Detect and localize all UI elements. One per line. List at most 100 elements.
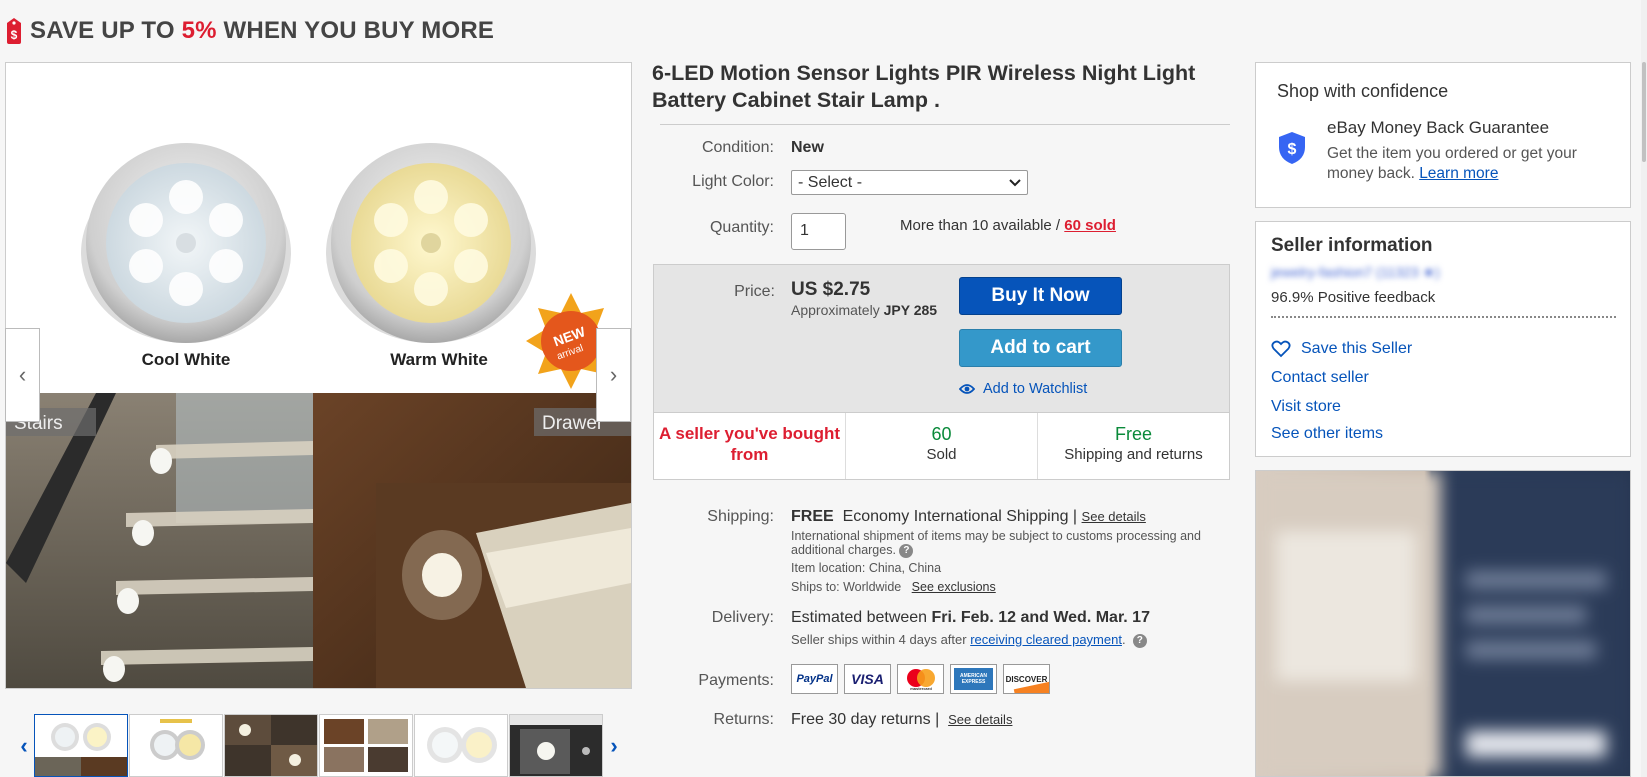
main-product-image[interactable]: Cool White Warm White NEW arrival Stairs… — [5, 62, 632, 689]
thumbnail-2[interactable] — [129, 714, 223, 777]
discover-text: DISCOVER — [1005, 674, 1048, 684]
warm-white-label: Warm White — [390, 350, 488, 369]
stat-caption: Sold — [926, 446, 957, 463]
price: US $2.75 — [791, 279, 871, 300]
paypal-icon: PayPal — [791, 664, 838, 694]
visa-icon: VISA — [844, 664, 891, 694]
stat-seller-bought-from: A seller you've bought from — [654, 413, 846, 479]
payment-methods: PayPal VISA mastercard AMERICAN EXPRESS … — [791, 664, 1050, 694]
buy-it-now-button[interactable]: Buy It Now — [959, 277, 1122, 315]
positive-feedback: 96.9% Positive feedback — [1271, 289, 1436, 306]
price-label: Price: — [734, 283, 775, 300]
approx-value: JPY 285 — [883, 302, 938, 318]
shipping-see-details-link[interactable]: See details — [1082, 509, 1146, 524]
save-seller-link[interactable]: Save this Seller — [1271, 340, 1412, 358]
help-icon[interactable]: ? — [899, 543, 914, 558]
thumbnail-image — [35, 715, 127, 776]
chevron-left-icon: ‹ — [18, 362, 27, 387]
contact-seller-link[interactable]: Contact seller — [1271, 369, 1369, 387]
returns-see-details-link[interactable]: See details — [948, 712, 1012, 727]
thumbnail-3[interactable] — [224, 714, 318, 777]
availability-text: More than 10 available / 60 sold — [900, 217, 1116, 234]
chevron-right-icon: › — [609, 362, 618, 387]
mastercard-text: mastercard — [910, 686, 932, 691]
ships-to: Ships to: Worldwide See exclusions — [791, 580, 996, 594]
returns-text: Free 30 day returns | — [791, 711, 940, 728]
product-photo: Cool White Warm White NEW arrival Stairs… — [6, 63, 631, 688]
see-other-items-link[interactable]: See other items — [1271, 425, 1383, 443]
stat-free-shipping: Free Shipping and returns — [1038, 413, 1229, 479]
eye-icon — [959, 384, 975, 394]
discover-icon: DISCOVER — [1003, 664, 1050, 694]
stats-bar: A seller you've bought from 60 Sold Free S… — [654, 412, 1229, 479]
advertisement[interactable] — [1255, 470, 1631, 777]
delivery-estimate: Estimated between Fri. Feb. 12 and Wed. … — [791, 609, 1150, 627]
availability-count: More than 10 available / — [900, 217, 1065, 234]
thumbs-prev-button[interactable]: ‹ — [14, 714, 34, 777]
scrollbar-thumb[interactable] — [1642, 62, 1646, 162]
divider — [1271, 316, 1616, 318]
price-tag-icon: $ — [7, 18, 21, 44]
amex-text: AMERICAN EXPRESS — [954, 668, 993, 690]
divider — [660, 124, 1230, 125]
intl-shipment-note: International shipment of items may be s… — [791, 529, 1211, 558]
chevron-left-icon: ‹ — [20, 732, 28, 758]
add-to-cart-button[interactable]: Add to cart — [959, 329, 1122, 367]
image-prev-button[interactable]: ‹ — [5, 328, 40, 422]
thumbnail-strip: ‹ › — [14, 714, 624, 777]
amex-icon: AMERICAN EXPRESS — [950, 664, 997, 694]
thumbnail-1[interactable] — [34, 714, 128, 777]
returns-value: Free 30 day returns | See details — [791, 711, 1012, 729]
thumbnail-6[interactable] — [509, 714, 603, 777]
shipping-service: Economy International Shipping | — [842, 508, 1078, 525]
learn-more-link[interactable]: Learn more — [1419, 165, 1498, 182]
shop-with-confidence-panel: Shop with confidence $ eBay Money Back G… — [1255, 62, 1631, 208]
light-color-select[interactable]: - Select - — [791, 170, 1028, 195]
thumbnail-image — [320, 715, 412, 776]
seller-info-title: Seller information — [1271, 235, 1433, 256]
cool-white-label: Cool White — [142, 350, 231, 369]
help-icon[interactable]: ? — [1132, 633, 1147, 648]
mastercard-icon: mastercard — [897, 664, 944, 694]
cleared-payment-link[interactable]: receiving cleared payment — [970, 632, 1122, 647]
banner-text-before: SAVE UP TO — [30, 17, 182, 44]
seller-name[interactable]: jewelry-fashion7 (11323 ★) — [1271, 264, 1501, 282]
stat-caption: Shipping and returns — [1064, 446, 1203, 463]
svg-text:$: $ — [11, 28, 18, 42]
light-color-select-value: - Select - — [798, 173, 863, 191]
delivery-label: Delivery: — [711, 609, 774, 626]
stat-number: 60 — [931, 424, 952, 444]
light-color-label: Light Color: — [692, 173, 774, 190]
thumbnail-4[interactable] — [319, 714, 413, 777]
thumbnail-5[interactable] — [414, 714, 508, 777]
quantity-input[interactable]: 1 — [791, 213, 846, 250]
see-exclusions-link[interactable]: See exclusions — [912, 580, 996, 594]
heart-icon — [1271, 340, 1291, 358]
mastercard-circles: mastercard — [906, 669, 935, 691]
delivery-prefix: Estimated between — [791, 609, 932, 626]
sold-count-link[interactable]: 60 sold — [1064, 217, 1116, 234]
svg-text:$: $ — [1288, 141, 1297, 158]
stat-sold: 60 Sold — [846, 413, 1038, 479]
visit-store-link[interactable]: Visit store — [1271, 398, 1341, 416]
drawer-label: Drawer — [542, 413, 604, 434]
condition-label: Condition: — [701, 139, 774, 156]
add-to-watchlist-link[interactable]: Add to Watchlist — [959, 381, 1087, 397]
banner-text: SAVE UP TO 5% WHEN YOU BUY MORE — [30, 17, 494, 45]
visa-text: VISA — [851, 671, 884, 687]
thumbs-next-button[interactable]: › — [604, 714, 624, 777]
banner-text-after: WHEN YOU BUY MORE — [216, 17, 495, 44]
image-next-button[interactable]: › — [596, 328, 631, 422]
intl-note-text: International shipment of items may be s… — [791, 529, 1201, 557]
seller-ships-within: Seller ships within 4 days after receivi… — [791, 632, 1147, 648]
stat-number: Free — [1114, 424, 1152, 444]
banner-percent: 5% — [181, 17, 217, 44]
money-back-guarantee: eBay Money Back Guarantee — [1327, 118, 1550, 137]
shipping-value: FREE Economy International Shipping | Se… — [791, 508, 1146, 526]
shield-dollar-icon: $ — [1279, 132, 1305, 164]
confidence-title: Shop with confidence — [1277, 81, 1449, 101]
payments-label: Payments: — [698, 672, 774, 689]
seller-information-panel: Seller information jewelry-fashion7 (113… — [1255, 221, 1631, 457]
thumbnail-image — [130, 715, 222, 776]
chevron-right-icon: › — [610, 732, 618, 758]
